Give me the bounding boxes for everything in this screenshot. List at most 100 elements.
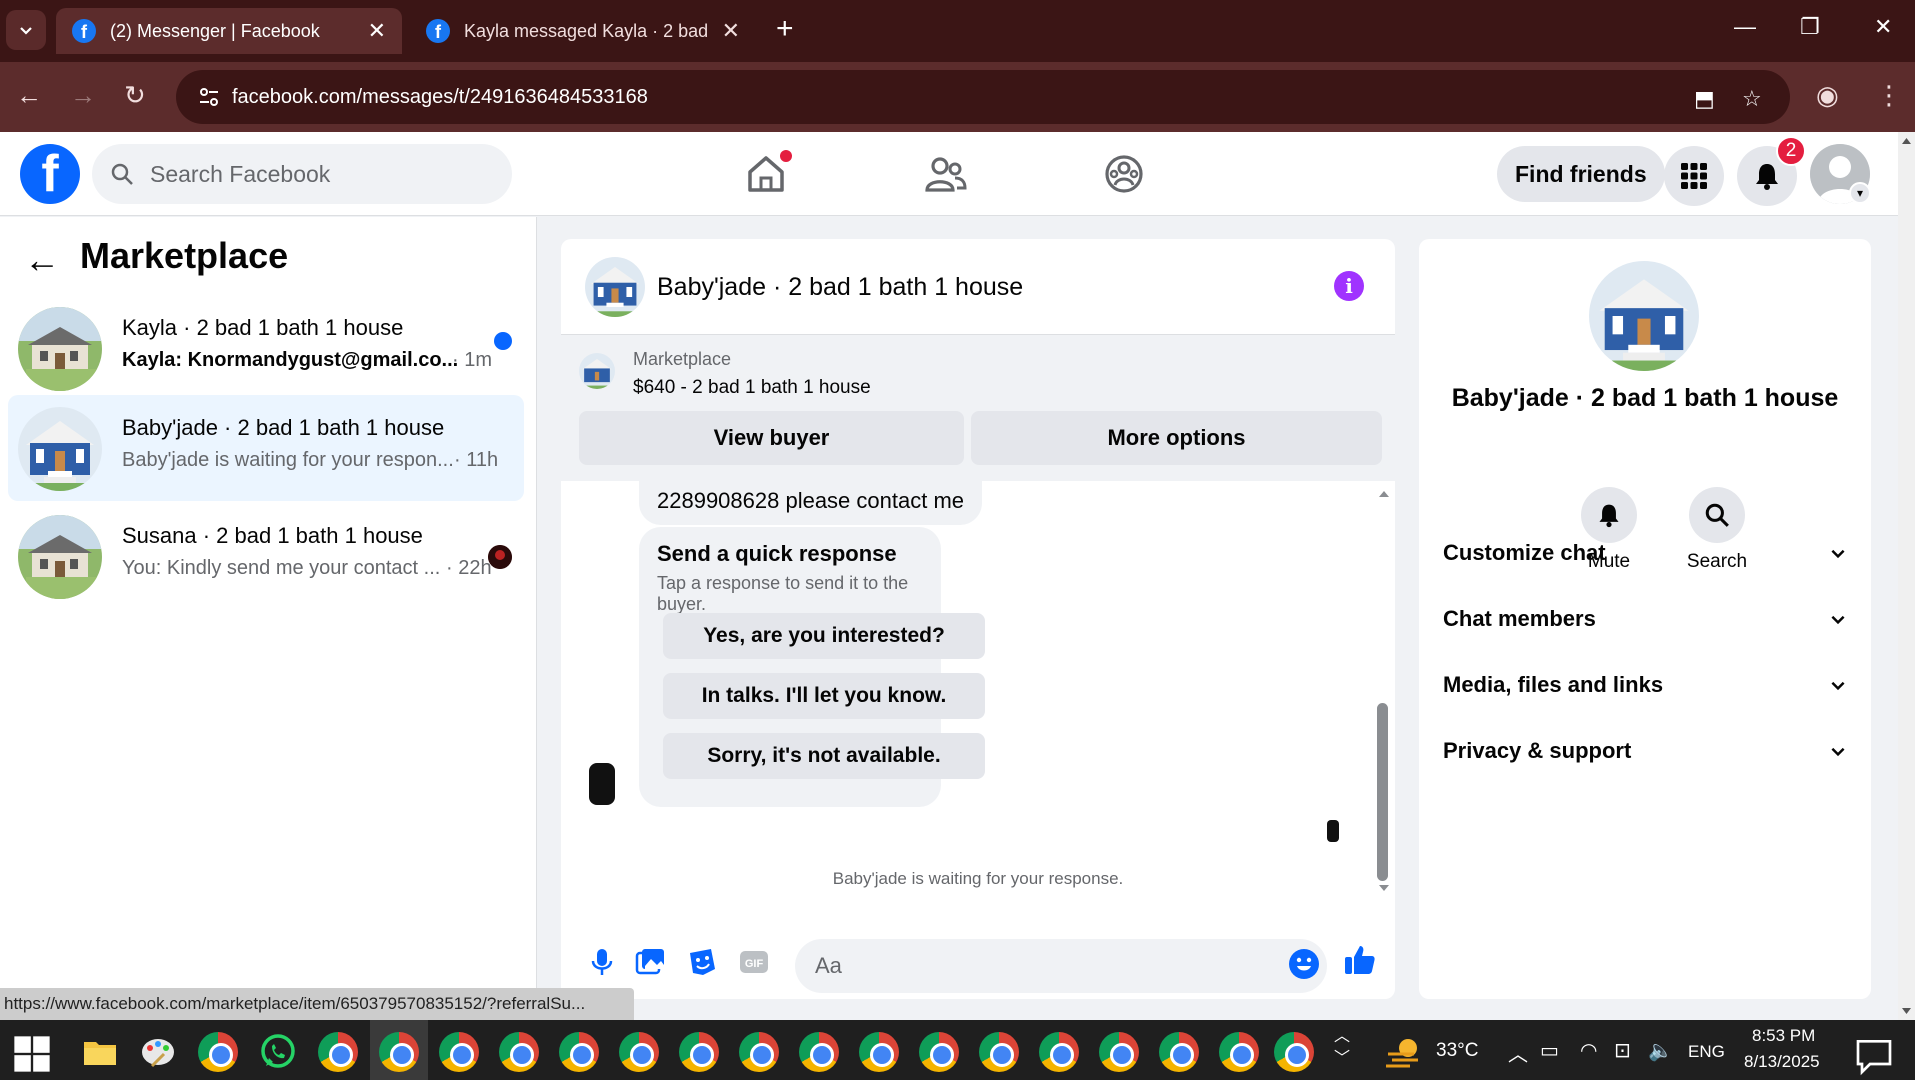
more-options-button[interactable]: More options <box>971 411 1382 465</box>
conversation-item-kayla[interactable]: Kayla · 2 bad 1 bath 1 house Kayla: Knor… <box>8 295 524 401</box>
browser-toolbar: ← → ↻ facebook.com/messages/t/2491636484… <box>0 62 1915 132</box>
chrome-icon[interactable] <box>439 1032 479 1072</box>
battery-icon[interactable]: ▭ <box>1540 1038 1559 1063</box>
volume-muted-icon[interactable]: 🔈 <box>1648 1038 1673 1063</box>
conversation-item-babyjade[interactable]: Baby'jade · 2 bad 1 bath 1 house Baby'ja… <box>8 395 524 501</box>
whatsapp-icon[interactable] <box>258 1032 298 1072</box>
minimize-button[interactable]: — <box>1734 14 1756 40</box>
house-thumbnail[interactable] <box>585 257 645 317</box>
new-tab-button[interactable]: + <box>776 14 794 44</box>
section-media-files-links[interactable]: Media, files and links <box>1443 665 1847 705</box>
menu-icon[interactable]: ⋮ <box>1876 80 1902 111</box>
tab-search-button[interactable] <box>6 10 46 50</box>
groups-icon[interactable] <box>1102 152 1146 196</box>
notification-center-icon[interactable] <box>1854 1036 1894 1076</box>
profile-icon[interactable]: ◉ <box>1816 80 1839 111</box>
tab-title: Kayla messaged Kayla · 2 bad 1 <box>464 20 714 41</box>
facebook-favicon-icon: f <box>426 19 450 43</box>
chrome-icon[interactable] <box>1099 1032 1139 1072</box>
forward-button[interactable]: → <box>70 80 96 111</box>
message-composer: GIF Aa <box>561 925 1395 999</box>
friends-icon[interactable] <box>924 152 968 196</box>
wifi-icon[interactable]: ◠ <box>1580 1038 1597 1063</box>
window-close-button[interactable]: ✕ <box>1874 14 1892 40</box>
house-thumbnail[interactable] <box>1589 261 1699 371</box>
facebook-header: f Search Facebook Find friends 2 ▾ <box>0 132 1898 216</box>
chrome-icon[interactable] <box>198 1032 238 1072</box>
section-privacy-support[interactable]: Privacy & support <box>1443 731 1847 771</box>
find-friends-button[interactable]: Find friends <box>1497 146 1665 202</box>
photo-icon[interactable] <box>633 945 667 979</box>
conversation-item-susana[interactable]: Susana · 2 bad 1 bath 1 house You: Kindl… <box>8 503 524 609</box>
paint-icon[interactable] <box>138 1032 178 1072</box>
address-bar[interactable]: facebook.com/messages/t/2491636484533168… <box>176 70 1790 124</box>
chrome-icon[interactable] <box>1039 1032 1079 1072</box>
read-receipt-avatar <box>1327 820 1339 842</box>
chrome-icon[interactable] <box>619 1032 659 1072</box>
section-chat-members[interactable]: Chat members <box>1443 599 1847 639</box>
view-buyer-button[interactable]: View buyer <box>579 411 964 465</box>
language-indicator[interactable]: ENG <box>1688 1042 1725 1062</box>
restore-button[interactable]: ❐ <box>1800 14 1820 40</box>
chrome-icon[interactable] <box>1159 1032 1199 1072</box>
chrome-icon[interactable] <box>919 1032 959 1072</box>
chevron-down-icon <box>20 27 32 35</box>
scrollbar-thumb[interactable] <box>1377 703 1388 881</box>
tab-messenger[interactable]: f (2) Messenger | Facebook ✕ <box>56 8 402 54</box>
listing-title[interactable]: $640 - 2 bad 1 bath 1 house <box>633 377 871 399</box>
reload-button[interactable]: ↻ <box>124 80 146 111</box>
tab-kayla[interactable]: f Kayla messaged Kayla · 2 bad 1 ✕ <box>410 8 756 54</box>
site-settings-icon[interactable] <box>198 86 220 108</box>
windows-start-icon[interactable] <box>12 1034 52 1074</box>
quick-response-option[interactable]: In talks. I'll let you know. <box>663 673 985 719</box>
search-input[interactable]: Search Facebook <box>92 144 512 204</box>
chevron-down-icon[interactable]: ▾ <box>1849 182 1871 204</box>
chrome-icon[interactable] <box>379 1032 419 1072</box>
taskbar-scroll-arrows[interactable]: ︿ ﹀ <box>1334 1026 1350 1070</box>
microphone-icon[interactable] <box>585 945 619 979</box>
page-scrollbar[interactable] <box>1898 132 1915 1020</box>
chrome-icon[interactable] <box>859 1032 899 1072</box>
chat-header: Baby'jade · 2 bad 1 bath 1 house i <box>561 239 1395 335</box>
emoji-icon[interactable] <box>1287 947 1321 981</box>
thumbs-up-icon[interactable] <box>1343 943 1377 977</box>
section-label: Chat members <box>1443 606 1596 631</box>
chrome-icon[interactable] <box>739 1032 779 1072</box>
chrome-icon[interactable] <box>679 1032 719 1072</box>
device-icon[interactable]: ⊡ <box>1614 1038 1631 1063</box>
sender-avatar[interactable] <box>589 763 615 805</box>
file-explorer-icon[interactable] <box>80 1032 120 1072</box>
chrome-icon[interactable] <box>979 1032 1019 1072</box>
quick-response-option[interactable]: Sorry, it's not available. <box>663 733 985 779</box>
weather-icon[interactable] <box>1384 1032 1424 1072</box>
message-input[interactable]: Aa <box>795 939 1327 993</box>
back-arrow-icon[interactable]: ← <box>24 239 60 281</box>
info-icon[interactable]: i <box>1334 271 1364 301</box>
bookmark-star-icon[interactable]: ☆ <box>1742 86 1762 112</box>
chrome-icon[interactable] <box>559 1032 599 1072</box>
temperature[interactable]: 33°C <box>1436 1040 1478 1062</box>
clock-date[interactable]: 8/13/2025 <box>1744 1052 1820 1072</box>
chrome-icon[interactable] <box>1219 1032 1259 1072</box>
sticker-icon[interactable] <box>685 945 719 979</box>
search-placeholder: Search Facebook <box>150 160 331 187</box>
menu-button[interactable] <box>1664 146 1724 206</box>
section-label: Media, files and links <box>1443 672 1664 697</box>
chrome-icon[interactable] <box>799 1032 839 1072</box>
back-button[interactable]: ← <box>16 80 42 111</box>
close-icon[interactable]: ✕ <box>722 18 740 44</box>
gif-icon[interactable]: GIF <box>737 945 771 979</box>
facebook-logo[interactable]: f <box>20 144 80 204</box>
tab-title: (2) Messenger | Facebook <box>110 20 320 41</box>
close-icon[interactable]: ✕ <box>368 18 386 44</box>
chrome-icon[interactable] <box>318 1032 358 1072</box>
quick-response-option[interactable]: Yes, are you interested? <box>663 613 985 659</box>
chrome-icon[interactable] <box>499 1032 539 1072</box>
clock-time[interactable]: 8:53 PM <box>1752 1026 1815 1046</box>
install-app-icon[interactable]: ⬒ <box>1694 86 1715 112</box>
chevron-up-icon[interactable]: ︿ <box>1508 1038 1528 1067</box>
chrome-icon[interactable] <box>1274 1032 1314 1072</box>
section-customize-chat[interactable]: Customize chat <box>1443 533 1847 573</box>
waiting-notice: Baby'jade is waiting for your response. <box>832 869 1124 888</box>
search-icon <box>1705 503 1729 527</box>
